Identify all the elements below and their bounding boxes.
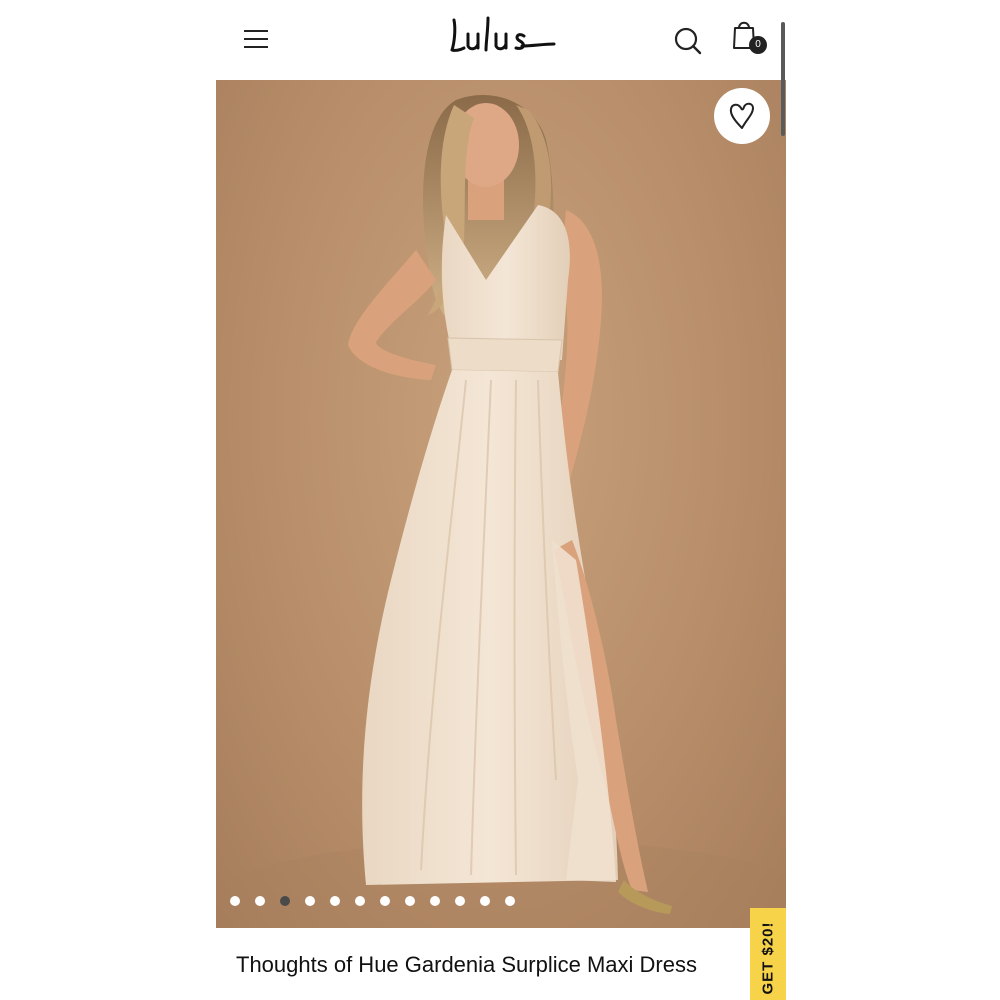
carousel-dot[interactable] — [255, 896, 265, 906]
carousel-dot[interactable] — [280, 896, 290, 906]
carousel-dot[interactable] — [380, 896, 390, 906]
lulus-logo[interactable] — [444, 10, 564, 64]
carousel-indicators — [230, 896, 515, 910]
menu-icon-line — [244, 30, 268, 32]
menu-button[interactable] — [242, 26, 272, 52]
promo-label: GET $20! — [759, 921, 777, 995]
search-icon — [674, 27, 702, 55]
wishlist-button[interactable] — [714, 88, 770, 144]
product-image-carousel[interactable] — [216, 80, 786, 928]
site-header: 0 — [216, 0, 786, 80]
menu-icon-line — [244, 38, 268, 40]
product-title: Thoughts of Hue Gardenia Surplice Maxi D… — [236, 951, 697, 977]
carousel-dot[interactable] — [405, 896, 415, 906]
carousel-dot[interactable] — [505, 896, 515, 906]
carousel-dot[interactable] — [355, 896, 365, 906]
scrollbar[interactable] — [781, 22, 785, 136]
carousel-dot[interactable] — [305, 896, 315, 906]
carousel-dot[interactable] — [455, 896, 465, 906]
menu-icon-line — [244, 46, 268, 48]
bag-count-badge: 0 — [749, 36, 767, 54]
promo-tab[interactable]: GET $20! — [750, 908, 786, 1000]
mobile-viewport: 0 Thoughts of Hue Gardenia Surplice Maxi… — [216, 0, 786, 1000]
shopping-bag-button[interactable]: 0 — [730, 18, 774, 60]
logo-wordmark — [450, 16, 556, 52]
carousel-dot[interactable] — [230, 896, 240, 906]
product-photo — [216, 94, 786, 928]
carousel-dot[interactable] — [480, 896, 490, 906]
search-button[interactable] — [671, 24, 705, 58]
heart-icon — [729, 102, 754, 129]
carousel-dot[interactable] — [330, 896, 340, 906]
carousel-dot[interactable] — [430, 896, 440, 906]
